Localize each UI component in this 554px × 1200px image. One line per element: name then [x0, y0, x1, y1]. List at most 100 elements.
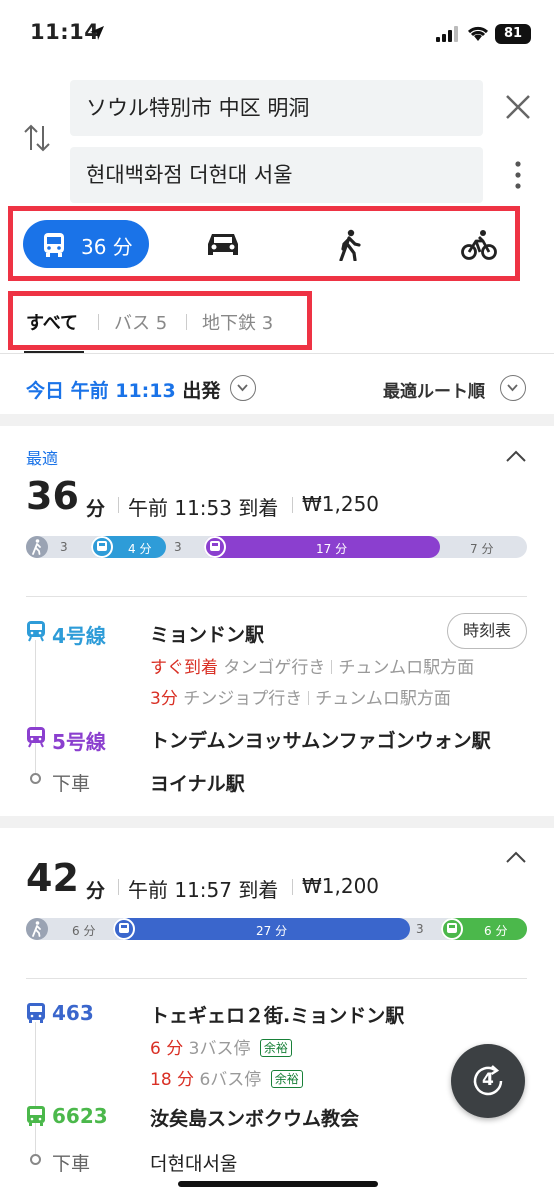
- alight-station: 더현대서울: [150, 1153, 238, 1175]
- segment-label: 7 分: [470, 542, 494, 556]
- more-options-icon[interactable]: [513, 160, 523, 190]
- arrival-time: 午前 11:53 到着: [128, 496, 279, 520]
- bus-icon: [27, 1106, 45, 1126]
- tab-separator: [186, 314, 187, 330]
- alight-label: 下車: [52, 773, 91, 795]
- car-icon[interactable]: [205, 229, 241, 259]
- alight-marker: [30, 1154, 41, 1165]
- walk-icon[interactable]: [337, 229, 363, 261]
- home-indicator: [178, 1181, 378, 1187]
- bus-icon: [441, 918, 463, 940]
- route-connector: [35, 1022, 36, 1157]
- train-destination: タンゴゲ行き: [223, 658, 326, 678]
- crowd-tag: 余裕: [270, 1070, 303, 1088]
- section-gap: [0, 414, 554, 426]
- subway-icon: [204, 536, 226, 558]
- subway-icon: [91, 536, 113, 558]
- train-destination: チンジョプ行き: [183, 689, 303, 709]
- wifi-icon: [467, 26, 489, 41]
- stop-name: トェギェロ２街.ミョンドン駅: [150, 1005, 405, 1027]
- station-name: トンデムンヨッサムンファゴンウォン駅: [150, 730, 491, 752]
- battery-indicator: 81: [495, 24, 531, 44]
- bus-6623-label: 6623: [52, 1104, 108, 1128]
- bus-icon: [27, 1003, 45, 1023]
- departure-time-value: 今日 午前 11:13: [26, 380, 176, 402]
- chevron-up-icon[interactable]: [504, 848, 528, 866]
- close-icon[interactable]: [504, 93, 532, 121]
- stops-away: 3バス停: [188, 1039, 251, 1059]
- divider: [26, 978, 527, 979]
- arrival-when: 6 分: [150, 1039, 184, 1059]
- best-route-badge: 最適: [26, 449, 59, 468]
- mode-transit-button[interactable]: 36 分: [23, 220, 149, 268]
- arrival-info: 18 分 6バス停 余裕: [150, 1065, 303, 1090]
- arrival-info: 3分 チンジョプ行き チュンムロ駅方面: [150, 684, 451, 709]
- segment-label: 4 分: [128, 542, 152, 556]
- tab-separator: [98, 314, 99, 330]
- destination-input[interactable]: 현대백화점 더현대 서울: [70, 147, 483, 203]
- segment-label: 6 分: [484, 924, 508, 938]
- transit-icon: [44, 233, 64, 257]
- divider: [0, 353, 554, 354]
- segment-label: 17 分: [316, 542, 348, 556]
- segment-label: 6 分: [72, 924, 96, 938]
- walk-icon: [26, 918, 48, 940]
- origin-input[interactable]: ソウル特別市 中区 明洞: [70, 80, 483, 136]
- fare: ₩1,200: [302, 874, 380, 898]
- status-bar: 11:14 81: [0, 0, 554, 64]
- signal-icon: [436, 26, 458, 42]
- timetable-button[interactable]: 時刻表: [447, 613, 527, 649]
- crowd-tag: 余裕: [259, 1039, 292, 1057]
- refresh-count: 4: [482, 1070, 494, 1090]
- route-duration: 42: [26, 856, 79, 900]
- tab-subway[interactable]: 地下鉄 3: [202, 309, 273, 335]
- section-gap: [0, 816, 554, 828]
- bicycle-icon[interactable]: [461, 229, 497, 261]
- train-direction: チュンムロ駅方面: [315, 689, 451, 709]
- separator: [292, 497, 293, 513]
- segment-label: 27 分: [256, 924, 288, 938]
- arrival-when: すぐ到着: [150, 658, 218, 678]
- subway-icon: [27, 621, 45, 642]
- line-5-label: 5号線: [52, 730, 106, 754]
- swap-directions-icon[interactable]: [22, 120, 52, 156]
- arrival-when: 18 分: [150, 1070, 195, 1090]
- chevron-down-icon: [237, 384, 248, 392]
- train-direction: チュンムロ駅方面: [338, 658, 475, 678]
- separator: [118, 879, 119, 895]
- route-duration: 36: [26, 474, 79, 518]
- divider: [26, 596, 527, 597]
- stop-name: 汝矣島スンボクウム教会: [150, 1108, 360, 1130]
- sort-dropdown[interactable]: [500, 375, 526, 401]
- chevron-up-icon[interactable]: [504, 447, 528, 465]
- alight-marker: [30, 773, 41, 784]
- route-duration-unit: 分: [86, 880, 106, 902]
- bus-icon: [113, 918, 135, 940]
- departure-time[interactable]: 今日 午前 11:13 出発: [26, 376, 220, 403]
- transit-duration-label: 36 分: [81, 235, 133, 259]
- route-duration-unit: 分: [86, 498, 106, 520]
- location-arrow-icon: [90, 26, 104, 40]
- line-4-label: 4号線: [52, 624, 106, 648]
- route-connector: [35, 640, 36, 780]
- segment-label: 3: [416, 922, 424, 936]
- bus-463-label: 463: [52, 1001, 94, 1025]
- departure-suffix: 出発: [182, 380, 221, 402]
- station-name: ミョンドン駅: [150, 624, 265, 646]
- segment-label: 3: [60, 540, 68, 554]
- refresh-routes-button[interactable]: 4: [451, 1044, 525, 1118]
- chevron-down-icon: [507, 384, 518, 392]
- subway-icon: [27, 727, 45, 748]
- tab-bus[interactable]: バス 5: [114, 309, 167, 335]
- arrival-info: 6 分 3バス停 余裕: [150, 1034, 292, 1059]
- alight-station: ヨイナル駅: [150, 773, 245, 795]
- tab-all[interactable]: すべて: [26, 309, 78, 335]
- separator: [118, 497, 119, 513]
- arrival-when: 3分: [150, 689, 178, 709]
- sort-order-label[interactable]: 最適ルート順: [383, 377, 485, 402]
- arrival-info: すぐ到着 タンゴゲ行き チュンムロ駅方面: [150, 653, 474, 678]
- segment-label: 3: [174, 540, 182, 554]
- fare: ₩1,250: [302, 492, 380, 516]
- separator: [292, 879, 293, 895]
- departure-dropdown[interactable]: [230, 375, 256, 401]
